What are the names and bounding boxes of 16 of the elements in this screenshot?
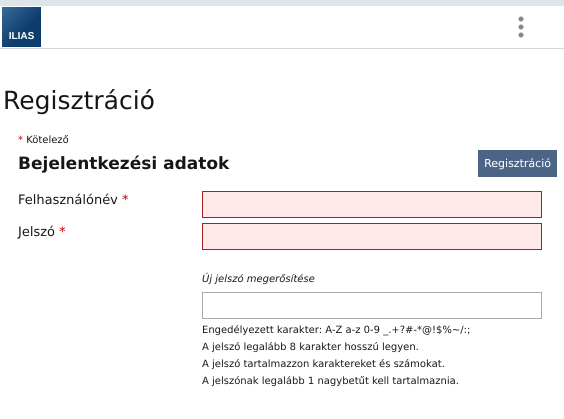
section-title: Bejelentkezési adatok	[18, 154, 230, 174]
page-title: Regisztráció	[3, 85, 156, 117]
input-field[interactable]	[202, 223, 542, 250]
field-label: Új jelszó megerősítése	[202, 274, 316, 285]
field-label: Jelszó *	[18, 224, 67, 240]
register-button[interactable]: Regisztráció	[478, 150, 557, 177]
required-note: * Kötelező	[18, 135, 70, 146]
input-field[interactable]	[202, 191, 542, 218]
logo[interactable]: ILIAS	[2, 7, 41, 47]
password-hint: Engedélyezett karakter: A-Z a-z 0-9 _.+?#-*@!$%~/:;	[202, 324, 472, 338]
password-hint: A jelszó legalább 8 karakter hosszú legyen.	[202, 341, 420, 355]
input-field[interactable]	[202, 292, 542, 319]
more-menu-icon[interactable]	[518, 16, 524, 38]
password-hint: A jelszónak legalább 1 nagybetűt kell tartalmaznia.	[202, 375, 460, 389]
password-hint: A jelszó tartalmazzon karaktereket és számokat.	[202, 358, 446, 372]
field-label: Felhasználónév *	[18, 192, 130, 208]
